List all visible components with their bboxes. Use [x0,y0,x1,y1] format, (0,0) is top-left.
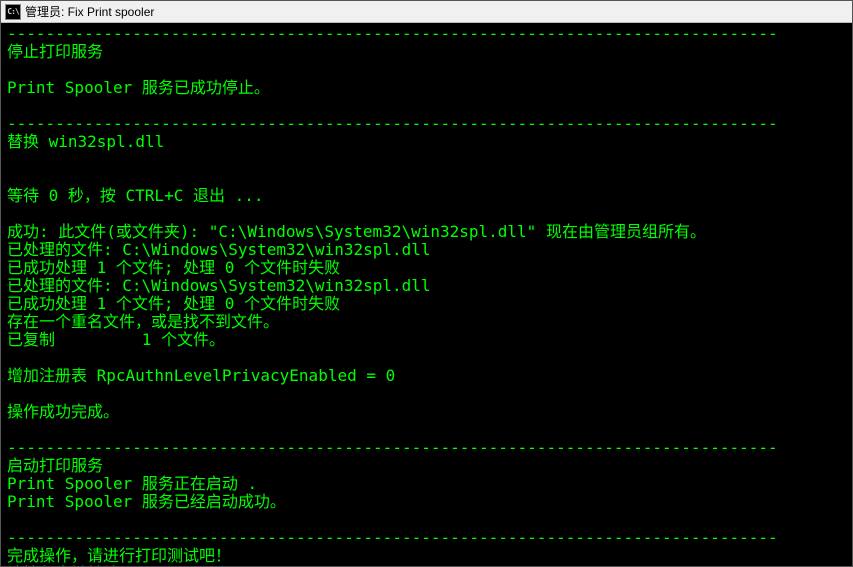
console-window: C:\ 管理员: Fix Print spooler -------------… [0,0,853,567]
console-line [7,349,846,367]
console-line: ----------------------------------------… [7,115,846,133]
console-line: 已成功处理 1 个文件; 处理 0 个文件时失败 [7,295,846,313]
console-line: 完成操作，请进行打印测试吧！ [7,547,846,565]
console-line: 停止打印服务 [7,43,846,61]
console-line: Print Spooler 服务正在启动 . [7,475,846,493]
console-line: 已复制 1 个文件。 [7,331,846,349]
console-line [7,169,846,187]
console-line: 操作成功完成。 [7,403,846,421]
console-line: ----------------------------------------… [7,439,846,457]
cmd-icon-text: C:\ [7,7,18,16]
console-line: 等待 0 秒，按 CTRL+C 退出 ... [7,187,846,205]
window-titlebar[interactable]: C:\ 管理员: Fix Print spooler [1,1,852,23]
console-line: 启动打印服务 [7,457,846,475]
console-line: 请按任意键继续. . . [7,565,846,566]
console-line: 已处理的文件: C:\Windows\System32\win32spl.dll [7,277,846,295]
console-line [7,151,846,169]
console-line [7,385,846,403]
console-line: ----------------------------------------… [7,529,846,547]
console-line [7,421,846,439]
console-line: Print Spooler 服务已成功停止。 [7,79,846,97]
console-line: 已成功处理 1 个文件; 处理 0 个文件时失败 [7,259,846,277]
console-line [7,511,846,529]
console-line: 成功: 此文件(或文件夹): "C:\Windows\System32\win3… [7,223,846,241]
console-line: Print Spooler 服务已经启动成功。 [7,493,846,511]
console-output[interactable]: ----------------------------------------… [1,23,852,566]
console-line: 已处理的文件: C:\Windows\System32\win32spl.dll [7,241,846,259]
console-line [7,61,846,79]
console-line [7,97,846,115]
console-line: 增加注册表 RpcAuthnLevelPrivacyEnabled = 0 [7,367,846,385]
console-line: ----------------------------------------… [7,25,846,43]
console-line [7,205,846,223]
window-title: 管理员: Fix Print spooler [25,3,154,20]
console-line: 替换 win32spl.dll [7,133,846,151]
console-line: 存在一个重名文件，或是找不到文件。 [7,313,846,331]
cmd-icon: C:\ [5,4,21,20]
